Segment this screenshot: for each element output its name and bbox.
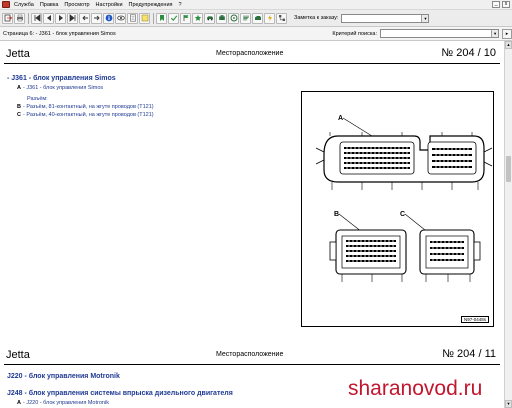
menu-settings[interactable]: Настройки	[96, 2, 123, 8]
last-page-icon[interactable]	[67, 12, 78, 24]
order-note-label: Заметка к заказу:	[294, 15, 339, 21]
scroll-down-icon[interactable]: ▼	[505, 400, 512, 408]
toolbar: Заметка к заказу: ▼	[0, 10, 512, 27]
eye-icon[interactable]	[115, 12, 126, 24]
order-note-combobox[interactable]: ▼	[341, 13, 430, 23]
diagram-icon[interactable]	[276, 12, 287, 24]
search-criteria-label: Критерий поиска:	[332, 30, 377, 37]
window-controls: _ x	[492, 1, 510, 8]
wheel-icon[interactable]	[228, 12, 239, 24]
prev-page-icon[interactable]	[43, 12, 54, 24]
model-name: Jetta	[6, 48, 30, 60]
section-name: Месторасположение	[216, 50, 284, 57]
component-heading: J220 - блок управления Motronik	[7, 373, 120, 380]
figure-label-a: A	[338, 115, 343, 122]
toolbar-separator	[28, 12, 29, 24]
watermark: sharanovod.ru	[348, 377, 483, 400]
menu-edit[interactable]: Правка	[40, 2, 59, 8]
document-icon[interactable]	[127, 12, 138, 24]
search-go-button[interactable]: ▸	[502, 28, 512, 39]
legend-letter: B	[17, 104, 21, 110]
flag-icon[interactable]	[180, 12, 191, 24]
back-icon[interactable]	[79, 12, 90, 24]
car-icon[interactable]	[204, 12, 215, 24]
page-header: Jetta Месторасположение № 204 / 11	[4, 345, 500, 365]
bookmark-icon[interactable]	[156, 12, 167, 24]
scroll-thumb[interactable]	[506, 156, 511, 182]
page-number: № 204 / 11	[442, 348, 496, 360]
next-page-icon[interactable]	[55, 12, 66, 24]
legend-item: A- J361 - блок управления Simos	[17, 85, 103, 91]
menu-warnings[interactable]: Предупреждения	[129, 2, 173, 8]
scroll-up-icon[interactable]: ▲	[505, 41, 512, 49]
figure-label-b: B	[334, 211, 339, 218]
chevron-down-icon[interactable]: ▼	[491, 30, 499, 37]
header-rule	[4, 364, 500, 365]
legend-item: A- J220 - блок управления Motronik	[17, 400, 109, 406]
exit-icon[interactable]	[2, 12, 13, 24]
legend-text: Разъём:	[27, 96, 48, 102]
navigation-row: Страница 6: - J361 - блок управления Sim…	[0, 27, 512, 41]
model-name: Jetta	[6, 349, 30, 361]
vertical-scrollbar[interactable]: ▲ ▼	[504, 41, 512, 408]
component-heading: - J361 - блок управления Simos	[7, 75, 116, 82]
menu-help[interactable]: ?	[179, 2, 182, 8]
legend-text: - J220 - блок управления Motronik	[22, 400, 109, 406]
info-icon[interactable]	[103, 12, 114, 24]
engine-icon[interactable]	[216, 12, 227, 24]
section-name: Месторасположение	[216, 351, 284, 358]
notes-icon[interactable]	[139, 12, 150, 24]
toolbar-separator	[153, 12, 154, 24]
legend-letter: A	[17, 85, 21, 91]
component-heading: J248 - блок управления системы впрыска д…	[7, 390, 233, 397]
legend-item: Разъём:	[27, 96, 48, 102]
electrics-icon[interactable]	[264, 12, 275, 24]
body-icon[interactable]	[252, 12, 263, 24]
gearbox-icon[interactable]	[240, 12, 251, 24]
forward-icon[interactable]	[91, 12, 102, 24]
figure-label-c: C	[400, 211, 405, 218]
close-icon[interactable]: x	[502, 1, 510, 8]
document-view[interactable]: Jetta Месторасположение № 204 / 10 - J36…	[0, 41, 504, 408]
menu-bar: Служба Правка Просмотр Настройки Предупр…	[0, 0, 512, 10]
menu-view[interactable]: Просмотр	[64, 2, 89, 8]
menu-service[interactable]: Служба	[14, 2, 34, 8]
connector-figure: A B C N97-0448s	[301, 91, 494, 327]
legend-item: B- Разъём, 81-контактный, на жгуте прово…	[17, 104, 154, 110]
minimize-icon[interactable]: _	[492, 1, 500, 8]
page-header: Jetta Месторасположение № 204 / 10	[4, 44, 500, 64]
legend-letter: C	[17, 112, 21, 118]
app-logo-icon	[2, 1, 10, 8]
legend-text: - J361 - блок управления Simos	[22, 85, 104, 91]
legend-text: - Разъём, 81-контактный, на жгуте провод…	[22, 104, 154, 110]
chevron-down-icon[interactable]: ▼	[421, 14, 429, 22]
star-icon[interactable]	[192, 12, 203, 24]
breadcrumb: Страница 6: - J361 - блок управления Sim…	[3, 30, 116, 37]
check-icon[interactable]	[168, 12, 179, 24]
first-page-icon[interactable]	[31, 12, 42, 24]
figure-id: N97-0448s	[460, 316, 489, 323]
legend-text: - Разъём, 40-контактный, на жгуте провод…	[22, 112, 154, 118]
legend-item: C- Разъём, 40-контактный, на жгуте прово…	[17, 112, 154, 118]
page-number: № 204 / 10	[441, 47, 496, 59]
header-rule	[4, 63, 500, 64]
search-criteria-combobox[interactable]: ▼	[379, 29, 500, 38]
connector-drawing: A B C	[315, 115, 493, 282]
print-icon[interactable]	[14, 12, 25, 24]
legend-letter: A	[17, 400, 21, 406]
